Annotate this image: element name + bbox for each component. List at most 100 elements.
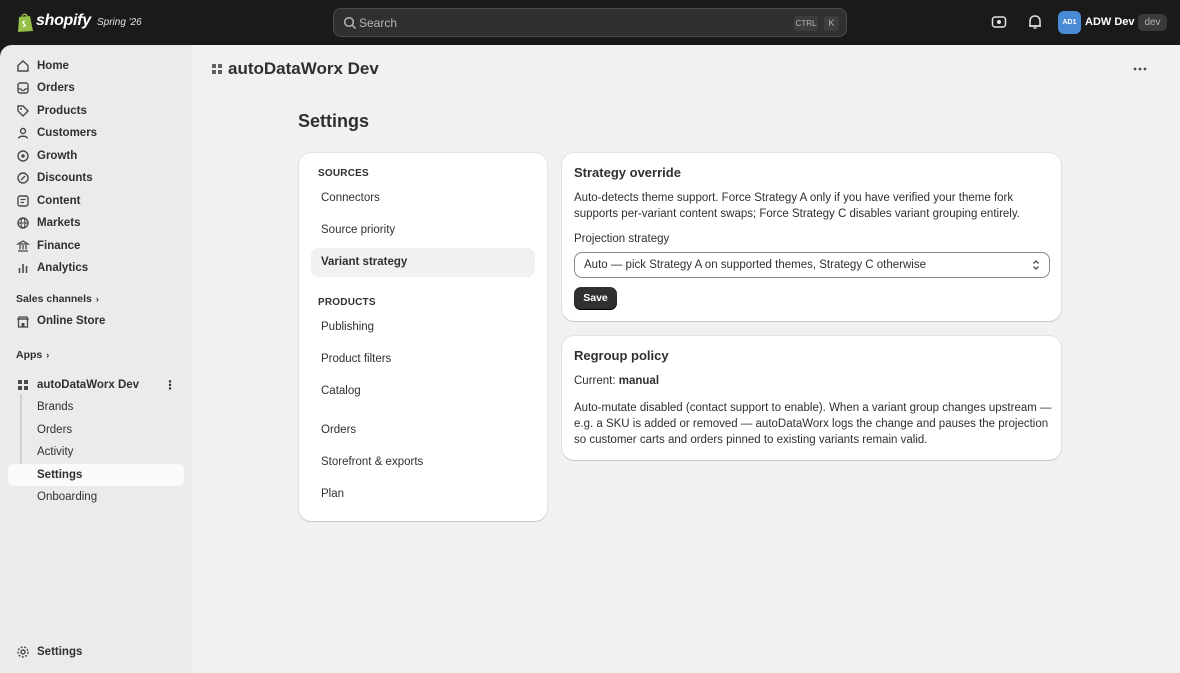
settings-nav-orders[interactable]: Orders [311, 416, 535, 445]
bar-chart-icon [18, 264, 28, 273]
sidebar-item-finance[interactable]: Finance [8, 235, 184, 257]
app-name-label: autoDataWorx Dev [37, 379, 140, 391]
product-tag-icon [17, 105, 29, 117]
regroup-policy-description: Auto-mutate disabled (contact support to… [574, 402, 1052, 446]
regroup-policy-card: Regroup policy Current: manual Auto-muta… [562, 336, 1061, 460]
notifications-bell-icon[interactable] [1026, 13, 1044, 31]
bank-icon [16, 240, 30, 252]
sidebar-item-label: Orders [37, 82, 75, 94]
current-policy-prefix: Current: [574, 375, 616, 387]
sidebar-item-orders[interactable]: Orders [8, 77, 184, 99]
settings-nav-label: Connectors [321, 192, 380, 204]
sidebar-subitem-activity[interactable]: Activity [8, 441, 184, 463]
sidebar-item-analytics[interactable]: Analytics [8, 257, 184, 279]
sidebar-subitem-label: Activity [37, 446, 74, 458]
chevron-right-icon: › [46, 350, 50, 360]
sidebar-subitem-settings[interactable]: Settings [8, 464, 184, 486]
settings-nav-plan[interactable]: Plan [311, 480, 535, 509]
search-placeholder: Search [359, 16, 398, 30]
sidebar: Home Orders Products Customers Growth Di… [0, 45, 192, 673]
settings-nav-label: Source priority [321, 224, 396, 236]
target-icon [17, 150, 29, 162]
projection-strategy-label: Projection strategy [574, 233, 670, 245]
app-grid-icon [18, 380, 28, 390]
gear-icon [17, 646, 29, 658]
sidebar-item-customers[interactable]: Customers [8, 122, 184, 144]
content-icon [17, 195, 29, 207]
sidebar-subitem-orders[interactable]: Orders [8, 419, 184, 441]
select-chevron-icon [1033, 260, 1039, 270]
current-policy-value: manual [618, 375, 660, 387]
sidebar-item-label: Growth [37, 150, 78, 162]
sidebar-item-label: Products [37, 105, 87, 117]
page-title: Settings [298, 111, 370, 131]
person-icon [17, 127, 29, 139]
sidebar-item-markets[interactable]: Markets [8, 212, 184, 234]
sidebar-item-label: Analytics [37, 262, 89, 274]
edition-label[interactable]: Spring '26 [97, 17, 142, 28]
strategy-override-title: Strategy override [574, 165, 681, 180]
sales-channels-toggle[interactable]: Sales channels › [16, 293, 99, 305]
sidebar-item-products[interactable]: Products [8, 100, 184, 122]
sidebar-subitem-label: Orders [37, 424, 73, 436]
sidebar-item-label: Discounts [37, 172, 93, 184]
settings-nav-publishing[interactable]: Publishing [311, 313, 535, 342]
search-icon [343, 16, 357, 30]
shopify-wordmark[interactable]: shopify [36, 12, 91, 30]
env-badge: dev [1138, 14, 1167, 31]
sidebar-item-settings[interactable]: Settings [8, 641, 184, 663]
main-content: autoDataWorx Dev Settings SOURCES Connec… [192, 45, 1180, 673]
sidebar-item-home[interactable]: Home [8, 55, 184, 77]
sidebar-item-label: Markets [37, 217, 81, 229]
settings-nav-source-priority[interactable]: Source priority [311, 216, 535, 245]
search-bar[interactable]: Search CTRL K [333, 8, 847, 37]
settings-nav-product-filters[interactable]: Product filters [311, 345, 535, 374]
user-name[interactable]: ADW Dev 1 [1085, 16, 1144, 28]
projection-strategy-value: Auto — pick Strategy A on supported them… [584, 259, 926, 271]
sidebar-item-content[interactable]: Content [8, 190, 184, 212]
shortcut-ctrl-key: CTRL [794, 16, 818, 31]
shortcut-k-key: K [824, 16, 839, 31]
discount-icon [17, 172, 29, 184]
shopify-bag-icon[interactable] [16, 12, 34, 33]
sales-channels-label: Sales channels [16, 293, 92, 305]
settings-nav-label: Variant strategy [321, 256, 408, 268]
app-grid-icon [212, 64, 222, 74]
chevron-right-icon: › [95, 294, 99, 304]
projection-strategy-select[interactable]: Auto — pick Strategy A on supported them… [574, 252, 1050, 278]
globe-icon [17, 217, 29, 229]
app-title: autoDataWorx Dev [228, 59, 379, 78]
sidebar-item-label: Customers [37, 127, 98, 139]
avatar[interactable]: AD1 [1058, 11, 1081, 34]
sidebar-item-label: Settings [37, 646, 83, 658]
current-policy-line: Current: manual [574, 375, 659, 387]
settings-nav-label: Publishing [321, 321, 375, 333]
sidebar-item-discounts[interactable]: Discounts [8, 167, 184, 189]
save-button[interactable]: Save [574, 287, 617, 310]
settings-nav-card: SOURCES Connectors Source priority Varia… [299, 153, 547, 521]
sidebar-item-online-store[interactable]: Online Store [8, 311, 184, 333]
more-horizontal-icon[interactable] [1132, 63, 1148, 75]
apps-toggle[interactable]: Apps › [16, 349, 49, 361]
sidebar-item-growth[interactable]: Growth [8, 145, 184, 167]
settings-nav-connectors[interactable]: Connectors [311, 184, 535, 213]
more-actions-icon[interactable]: ⋮ [164, 374, 176, 396]
store-switch-icon[interactable] [990, 13, 1008, 31]
sidebar-subitem-brands[interactable]: Brands [8, 396, 184, 418]
settings-nav-label: Storefront & exports [321, 456, 424, 468]
settings-nav-label: Catalog [321, 385, 361, 397]
apps-label: Apps [16, 349, 43, 361]
sidebar-item-label: Finance [37, 240, 81, 252]
sidebar-item-app[interactable]: autoDataWorx Dev ⋮ [8, 374, 184, 396]
settings-nav-storefront-exports[interactable]: Storefront & exports [311, 448, 535, 477]
inbox-icon [17, 82, 29, 94]
online-store-label: Online Store [37, 315, 106, 327]
sidebar-subitem-label: Onboarding [37, 491, 98, 503]
products-heading: PRODUCTS [318, 297, 376, 308]
settings-nav-catalog[interactable]: Catalog [311, 377, 535, 406]
home-icon [17, 60, 29, 72]
settings-nav-label: Product filters [321, 353, 392, 365]
settings-nav-variant-strategy[interactable]: Variant strategy [311, 248, 535, 277]
top-bar: shopify Spring '26 Search CTRL K AD1 ADW… [0, 0, 1180, 45]
sidebar-subitem-onboarding[interactable]: Onboarding [8, 486, 184, 508]
